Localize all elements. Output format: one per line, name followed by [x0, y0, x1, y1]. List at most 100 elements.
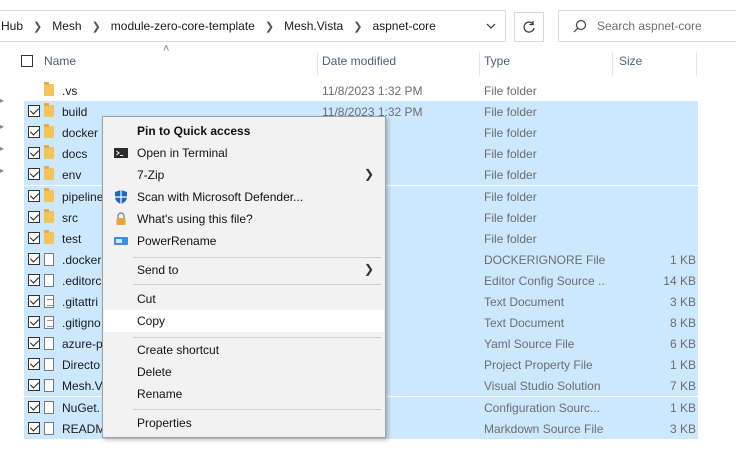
- menu-item-label: Send to: [137, 263, 179, 277]
- solution-file-icon: [44, 379, 54, 392]
- row-checkbox[interactable]: [28, 358, 40, 370]
- expand-arrow-icon: ▸: [0, 166, 5, 175]
- row-checkbox[interactable]: [28, 379, 40, 391]
- menu-cut[interactable]: Cut: [104, 288, 384, 310]
- refresh-button[interactable]: [514, 12, 544, 42]
- folder-icon: [44, 188, 54, 202]
- submenu-arrow-icon: ❯: [363, 167, 374, 181]
- menu-pin-to-quick-access[interactable]: Pin to Quick access: [104, 120, 384, 142]
- cell-name: docker: [62, 126, 99, 140]
- chevron-down-icon: [486, 23, 496, 29]
- row-checkbox[interactable]: [28, 126, 40, 138]
- menu-item-label: What's using this file?: [137, 212, 253, 226]
- submenu-arrow-icon: ❯: [363, 262, 374, 276]
- breadcrumb-module-zero[interactable]: module-zero-core-template: [109, 19, 257, 33]
- row-checkbox[interactable]: [28, 168, 40, 180]
- row-checkbox[interactable]: [28, 316, 40, 328]
- breadcrumb-aspnet-core[interactable]: aspnet-core: [370, 19, 437, 33]
- cell-name: pipeline: [62, 190, 104, 204]
- cell-name: .gitattri: [62, 295, 99, 309]
- menu-item-label: Copy: [137, 314, 166, 328]
- cell-name: azure-p: [62, 337, 103, 351]
- chevron-right-icon: ❯: [91, 20, 101, 33]
- cell-name: READM: [62, 422, 106, 436]
- row-checkbox[interactable]: [28, 422, 40, 434]
- menu-copy[interactable]: Copy: [104, 310, 384, 332]
- cell-name: Mesh.V: [62, 379, 103, 393]
- search-icon: [573, 19, 587, 33]
- cell-type: File folder: [484, 168, 537, 182]
- folder-icon: [44, 166, 54, 180]
- cell-size: 8 KB: [669, 316, 696, 330]
- navigation-pane-edge[interactable]: ▸ ▸ ▸ ▸: [0, 92, 6, 182]
- address-dropdown-button[interactable]: [478, 12, 504, 40]
- row-checkbox[interactable]: [28, 337, 40, 349]
- menu-properties[interactable]: Properties: [104, 412, 384, 434]
- menu-separator: [133, 257, 381, 258]
- menu-whats-using-this-file[interactable]: What's using this file?: [104, 208, 384, 230]
- row-checkbox[interactable]: [28, 232, 40, 244]
- menu-create-shortcut[interactable]: Create shortcut: [104, 339, 384, 361]
- menu-7zip[interactable]: 7-Zip ❯: [104, 164, 384, 186]
- menu-scan-defender[interactable]: Scan with Microsoft Defender...: [104, 186, 384, 208]
- menu-powerrename[interactable]: PowerRename: [104, 230, 384, 252]
- search-box[interactable]: Search aspnet-core: [558, 10, 736, 42]
- breadcrumb-mesh-vista[interactable]: Mesh.Vista: [282, 19, 345, 33]
- cell-type: Project Property File: [484, 358, 593, 372]
- powerrename-icon: [114, 237, 128, 245]
- menu-item-label: PowerRename: [137, 234, 217, 248]
- table-row[interactable]: .vs 11/8/2023 1:32 PM File folder: [24, 80, 698, 101]
- cell-size: 1 KB: [669, 401, 696, 415]
- row-checkbox[interactable]: [28, 105, 40, 117]
- folder-icon: [44, 103, 54, 117]
- menu-item-label: Rename: [137, 387, 183, 401]
- cell-type: File folder: [484, 84, 537, 98]
- row-checkbox[interactable]: [28, 147, 40, 159]
- cell-size: 6 KB: [669, 337, 696, 351]
- row-checkbox[interactable]: [28, 253, 40, 265]
- breadcrumb-hub[interactable]: Hub: [0, 19, 25, 33]
- menu-separator: [133, 409, 381, 410]
- column-date-modified[interactable]: Date modified: [322, 54, 396, 68]
- column-divider[interactable]: [612, 52, 613, 76]
- menu-item-label: Create shortcut: [137, 343, 220, 357]
- cell-type: File folder: [484, 190, 537, 204]
- terminal-icon: [114, 148, 128, 158]
- row-checkbox[interactable]: [28, 190, 40, 202]
- menu-item-label: 7-Zip: [137, 168, 165, 182]
- cell-size: 1 KB: [669, 253, 696, 267]
- cell-name: build: [62, 105, 88, 119]
- column-size[interactable]: Size: [619, 54, 642, 68]
- cell-type: File folder: [484, 147, 537, 161]
- row-checkbox[interactable]: [28, 274, 40, 286]
- select-all-checkbox[interactable]: [21, 55, 33, 67]
- markdown-file-icon: [44, 422, 54, 435]
- menu-rename[interactable]: Rename: [104, 383, 384, 405]
- cell-size: 3 KB: [669, 295, 696, 309]
- cell-type: DOCKERIGNORE File: [484, 253, 606, 267]
- row-checkbox[interactable]: [28, 295, 40, 307]
- cell-type: File folder: [484, 105, 537, 119]
- row-checkbox[interactable]: [28, 401, 40, 413]
- menu-item-label: Scan with Microsoft Defender...: [137, 190, 304, 204]
- menu-item-label: Cut: [137, 292, 156, 306]
- folder-icon: [44, 82, 54, 96]
- row-checkbox[interactable]: [28, 211, 40, 223]
- column-type[interactable]: Type: [484, 54, 510, 68]
- column-divider[interactable]: [696, 52, 697, 76]
- expand-arrow-icon: ▸: [0, 144, 5, 153]
- search-input[interactable]: Search aspnet-core: [597, 19, 702, 33]
- address-bar[interactable]: Hub ❯ Mesh ❯ module-zero-core-template ❯…: [0, 10, 506, 42]
- cell-name: .vs: [62, 84, 78, 98]
- menu-send-to[interactable]: Send to ❯: [104, 259, 384, 281]
- column-divider[interactable]: [479, 52, 480, 76]
- cell-type: Yaml Source File: [484, 337, 575, 351]
- column-divider[interactable]: [317, 52, 318, 76]
- menu-open-in-terminal[interactable]: Open in Terminal: [104, 142, 384, 164]
- cell-type: File folder: [484, 211, 537, 225]
- file-icon: [44, 337, 54, 350]
- cell-type: Text Document: [484, 316, 565, 330]
- breadcrumb-mesh[interactable]: Mesh: [50, 19, 83, 33]
- menu-delete[interactable]: Delete: [104, 361, 384, 383]
- column-name[interactable]: Name: [44, 54, 76, 68]
